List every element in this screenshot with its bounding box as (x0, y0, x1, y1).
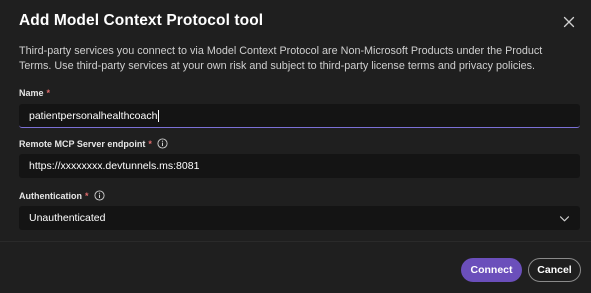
dialog-title: Add Model Context Protocol tool (19, 12, 264, 29)
info-icon[interactable] (93, 190, 105, 201)
endpoint-input-value: https://xxxxxxxx.devtunnels.ms:8081 (29, 160, 200, 172)
close-icon (561, 14, 577, 30)
connect-button[interactable]: Connect (461, 258, 522, 282)
name-input[interactable]: patientpersonalhealthcoach (19, 104, 580, 128)
name-input-value: patientpersonalhealthcoach (29, 109, 158, 122)
name-label-text: Name (19, 88, 44, 98)
required-indicator: * (85, 190, 89, 201)
name-label: Name * (19, 88, 50, 98)
endpoint-label: Remote MCP Server endpoint * (19, 138, 168, 149)
chevron-down-icon (559, 213, 570, 224)
add-mcp-tool-dialog: Add Model Context Protocol tool Third-pa… (0, 0, 591, 293)
endpoint-input[interactable]: https://xxxxxxxx.devtunnels.ms:8081 (19, 154, 580, 178)
cancel-button[interactable]: Cancel (528, 258, 581, 282)
authentication-select[interactable]: Unauthenticated (19, 206, 580, 230)
text-caret (158, 109, 160, 122)
required-indicator: * (148, 138, 152, 149)
authentication-label: Authentication * (19, 190, 105, 201)
third-party-disclaimer: Third-party services you connect to via … (19, 45, 543, 72)
authentication-label-text: Authentication (19, 190, 82, 201)
required-indicator: * (46, 88, 51, 98)
footer-divider (0, 241, 591, 242)
info-icon[interactable] (157, 138, 168, 149)
authentication-selected-value: Unauthenticated (29, 212, 106, 224)
close-button[interactable] (561, 14, 577, 30)
endpoint-label-text: Remote MCP Server endpoint (19, 138, 146, 149)
